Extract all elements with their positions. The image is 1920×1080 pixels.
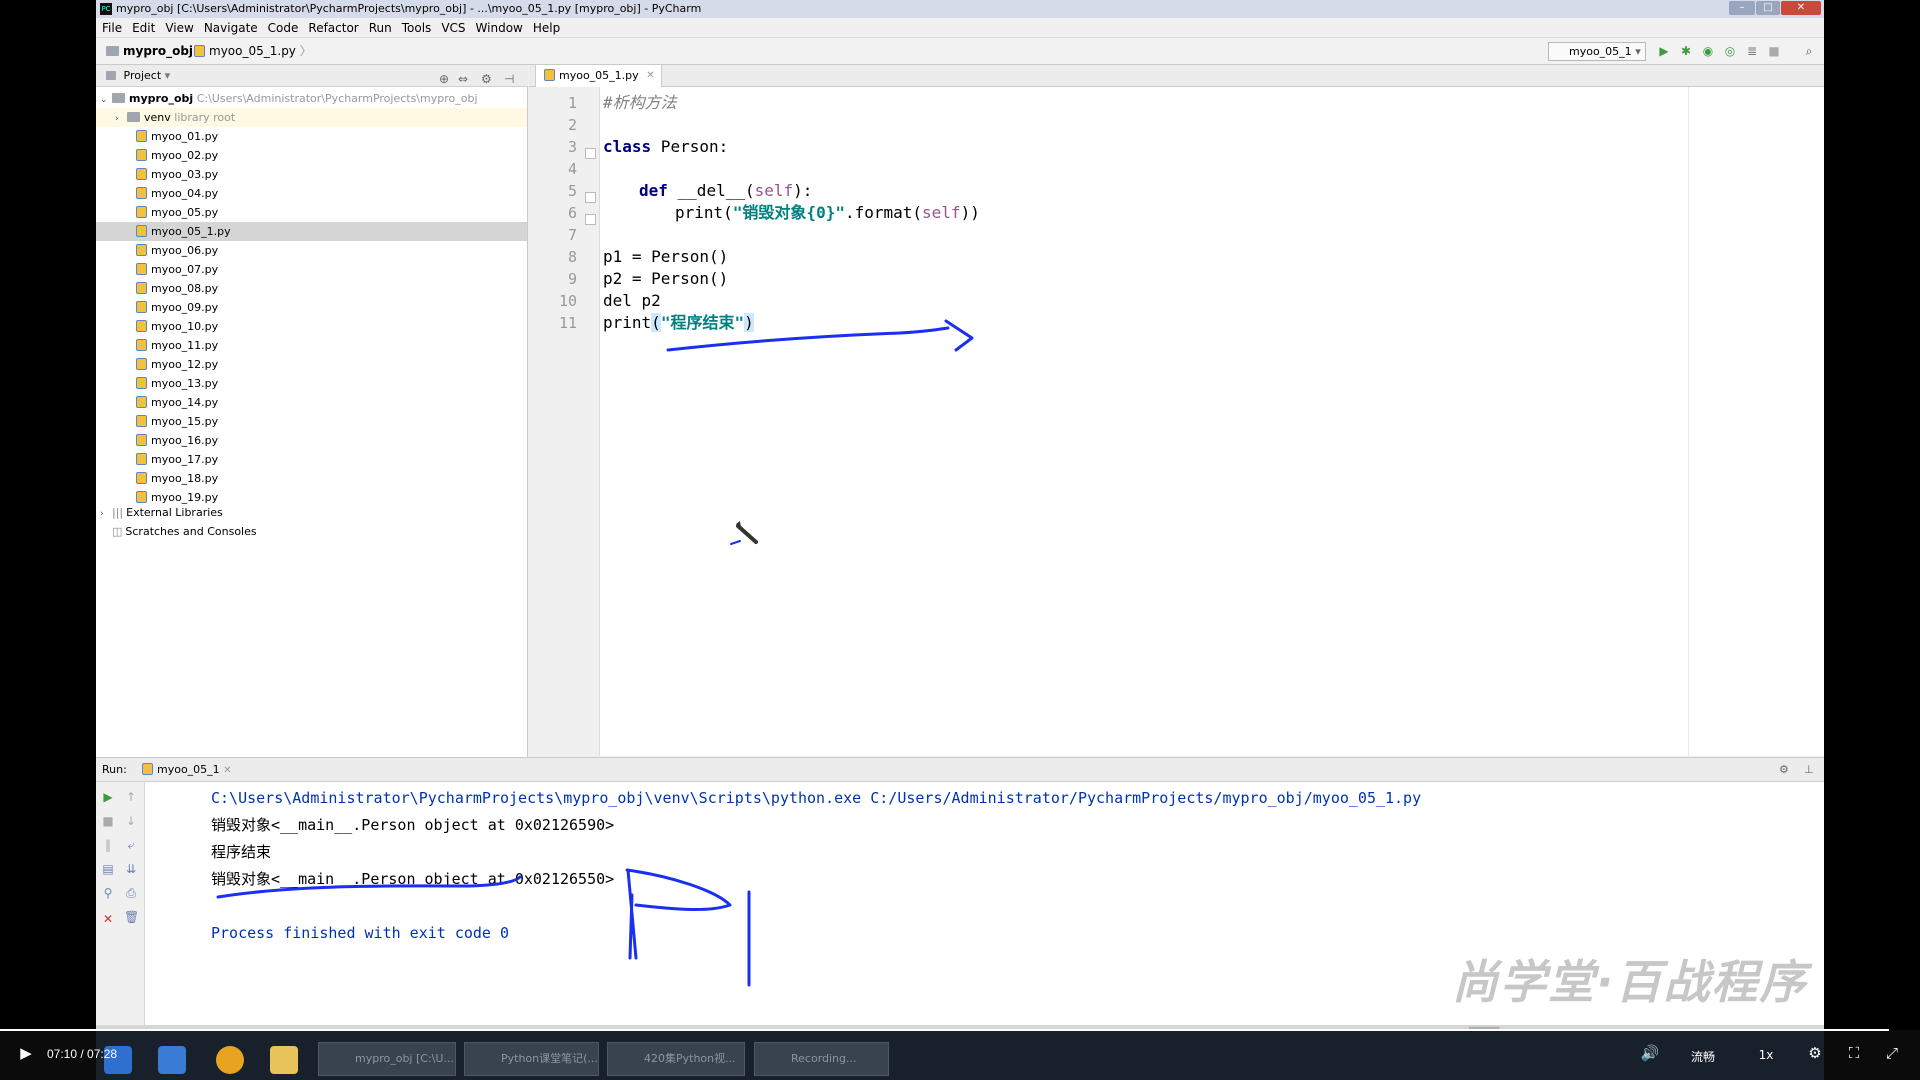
annotation-letter-p — [625, 868, 732, 960]
video-time: 07:10 / 07:28 — [47, 1047, 118, 1061]
volume-icon[interactable]: 🔊 — [1640, 1044, 1660, 1062]
video-progress-bar[interactable] — [0, 1029, 1889, 1031]
taskbar-item-video[interactable]: 420集Python视... — [607, 1042, 745, 1076]
annotation-overlay — [216, 319, 974, 987]
taskbar-item-word[interactable]: Python课堂笔记(... — [464, 1042, 599, 1076]
annotation-arrowhead — [944, 319, 974, 352]
annotation-arrow-line — [666, 326, 950, 352]
fullscreen-icon[interactable]: ⤢ — [1882, 1044, 1902, 1062]
settings-gear-icon[interactable]: ⚙ — [1805, 1044, 1825, 1062]
pen-cursor-icon — [730, 521, 758, 545]
speed-select[interactable]: 1x — [1756, 1048, 1776, 1062]
annotation-underline — [216, 875, 522, 899]
quality-select[interactable]: 流畅 — [1688, 1048, 1718, 1065]
play-icon[interactable]: ▶ — [16, 1044, 36, 1062]
app-icon[interactable] — [158, 1046, 186, 1074]
taskbar-item-pycharm[interactable]: mypro_obj [C:\U... — [318, 1042, 456, 1076]
fullscreen-web-icon[interactable]: ⛶ — [1844, 1044, 1864, 1062]
taskbar-item-recording[interactable]: Recording... — [754, 1042, 889, 1076]
browser-icon[interactable] — [216, 1046, 244, 1074]
video-frame: PC mypro_obj [C:\Users\Administrator\Pyc… — [0, 0, 1920, 1080]
explorer-icon[interactable] — [270, 1046, 298, 1074]
